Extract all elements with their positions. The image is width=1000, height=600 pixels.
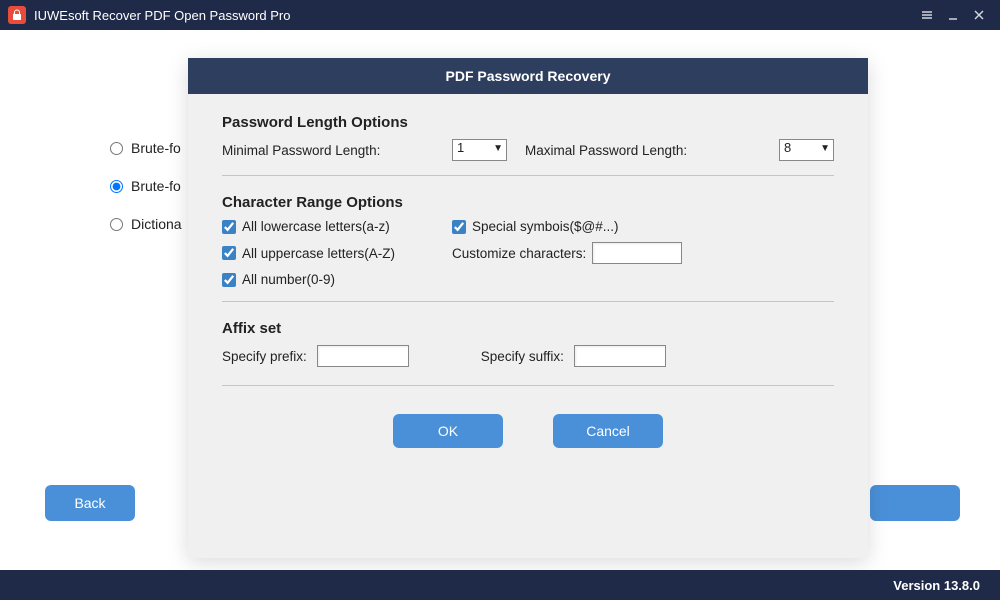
- radio-input-2[interactable]: [110, 180, 123, 193]
- prefix-input[interactable]: [317, 345, 409, 367]
- section-affix-heading: Affix set: [222, 320, 834, 337]
- cancel-button[interactable]: Cancel: [553, 414, 663, 448]
- radio-input-3[interactable]: [110, 218, 123, 231]
- chk-uppercase[interactable]: All uppercase letters(A-Z): [222, 242, 452, 264]
- chk-number-label: All number(0-9): [242, 272, 335, 287]
- min-length-value: 1: [457, 140, 464, 155]
- attack-type-radios: Brute-fo Brute-fo Dictiona: [110, 140, 182, 254]
- affix-row: Specify prefix: Specify suffix:: [222, 345, 834, 367]
- titlebar: IUWEsoft Recover PDF Open Password Pro: [0, 0, 1000, 30]
- customize-row: Customize characters:: [452, 242, 834, 264]
- back-button-label: Back: [74, 495, 105, 511]
- suffix-label: Specify suffix:: [481, 349, 564, 364]
- ok-button[interactable]: OK: [393, 414, 503, 448]
- dialog-body: Password Length Options Minimal Password…: [188, 94, 868, 458]
- chk-special-label: Special symbois($@#...): [472, 219, 619, 234]
- chk-lowercase[interactable]: All lowercase letters(a-z): [222, 219, 452, 234]
- radio-label-3: Dictiona: [131, 216, 182, 232]
- app-logo-icon: [8, 6, 26, 24]
- close-button[interactable]: [966, 5, 992, 25]
- max-length-label: Maximal Password Length:: [525, 143, 779, 158]
- radio-label-2: Brute-fo: [131, 178, 181, 194]
- password-recovery-dialog: PDF Password Recovery Password Length Op…: [188, 58, 868, 558]
- suffix-input[interactable]: [574, 345, 666, 367]
- footer: Version 13.8.0: [0, 570, 1000, 600]
- radio-option-3[interactable]: Dictiona: [110, 216, 182, 232]
- radio-label-1: Brute-fo: [131, 140, 181, 156]
- radio-option-1[interactable]: Brute-fo: [110, 140, 182, 156]
- version-label: Version 13.8.0: [893, 578, 980, 593]
- ok-button-label: OK: [438, 423, 458, 439]
- cancel-button-label: Cancel: [586, 423, 630, 439]
- dialog-title: PDF Password Recovery: [188, 58, 868, 94]
- chevron-down-icon: ▼: [493, 143, 503, 154]
- radio-input-1[interactable]: [110, 142, 123, 155]
- menu-button[interactable]: [914, 5, 940, 25]
- minimize-button[interactable]: [940, 5, 966, 25]
- section-length-heading: Password Length Options: [222, 114, 834, 131]
- char-range-grid: All lowercase letters(a-z) Special symbo…: [222, 219, 834, 287]
- start-button[interactable]: [870, 485, 960, 521]
- max-length-value: 8: [784, 140, 791, 155]
- divider: [222, 301, 834, 302]
- chk-lowercase-label: All lowercase letters(a-z): [242, 219, 390, 234]
- app-title: IUWEsoft Recover PDF Open Password Pro: [34, 8, 290, 23]
- customize-input[interactable]: [592, 242, 682, 264]
- back-button[interactable]: Back: [45, 485, 135, 521]
- customize-label: Customize characters:: [452, 246, 586, 261]
- min-length-label: Minimal Password Length:: [222, 143, 452, 158]
- chk-lowercase-input[interactable]: [222, 220, 236, 234]
- chk-uppercase-input[interactable]: [222, 246, 236, 260]
- chk-uppercase-label: All uppercase letters(A-Z): [242, 246, 395, 261]
- divider: [222, 175, 834, 176]
- min-length-select[interactable]: 1 ▼: [452, 139, 507, 161]
- prefix-label: Specify prefix:: [222, 349, 307, 364]
- chk-special-input[interactable]: [452, 220, 466, 234]
- section-char-heading: Character Range Options: [222, 194, 834, 211]
- max-length-select[interactable]: 8 ▼: [779, 139, 834, 161]
- chk-special[interactable]: Special symbois($@#...): [452, 219, 834, 234]
- divider: [222, 385, 834, 386]
- radio-option-2[interactable]: Brute-fo: [110, 178, 182, 194]
- dialog-buttons: OK Cancel: [222, 414, 834, 448]
- chevron-down-icon: ▼: [820, 143, 830, 154]
- length-row: Minimal Password Length: 1 ▼ Maximal Pas…: [222, 139, 834, 161]
- chk-number[interactable]: All number(0-9): [222, 272, 452, 287]
- chk-number-input[interactable]: [222, 273, 236, 287]
